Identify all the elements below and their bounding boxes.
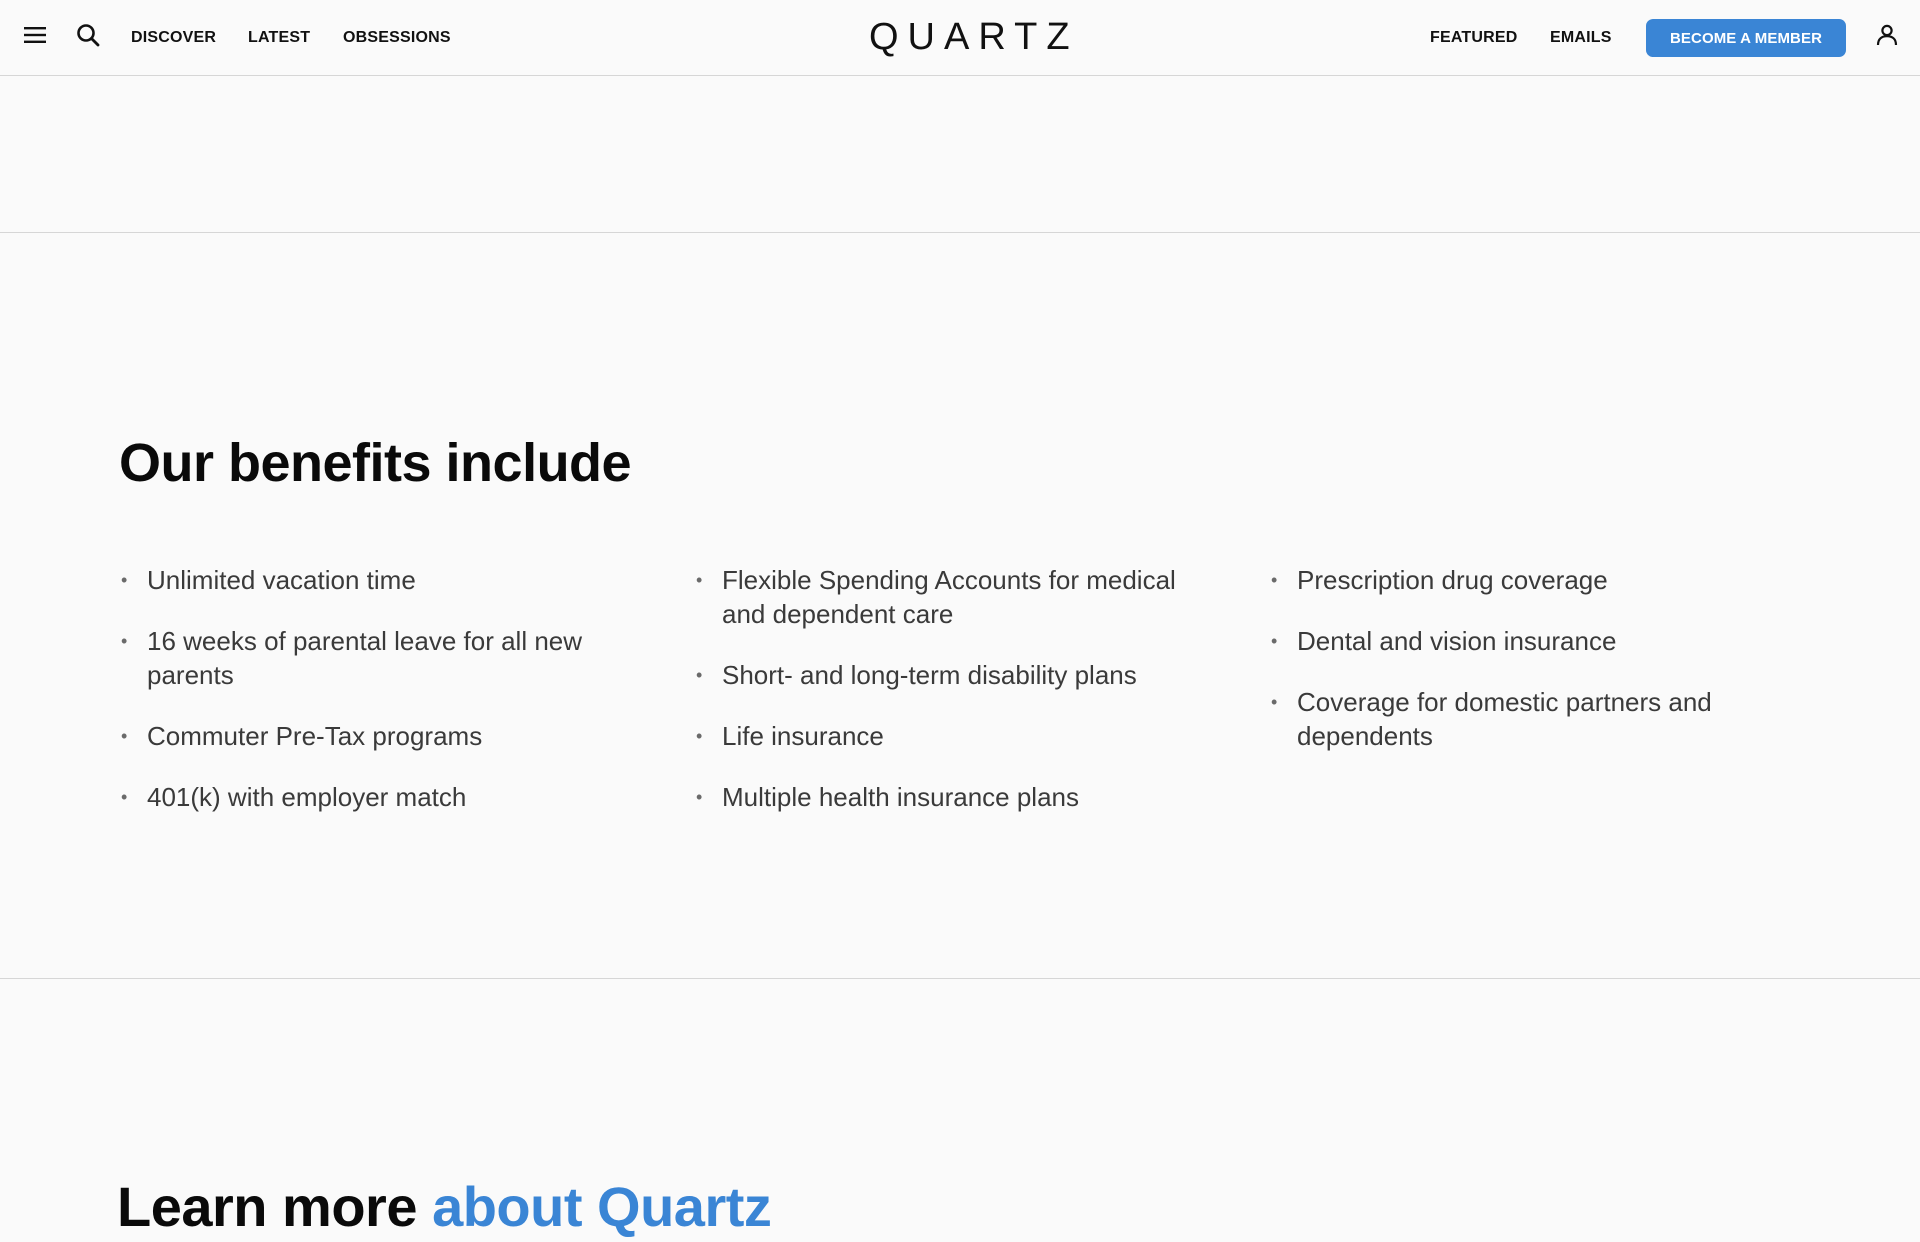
- learn-more-accent-text: about Quartz: [432, 1175, 772, 1238]
- search-button[interactable]: [73, 20, 103, 54]
- account-button[interactable]: [1872, 20, 1902, 54]
- benefit-text: Unlimited vacation time: [147, 565, 416, 595]
- benefits-column-1: • Unlimited vacation time • 16 weeks of pa…: [119, 563, 619, 841]
- section-divider: [0, 978, 1920, 979]
- benefit-text: Dental and vision insurance: [1297, 626, 1617, 656]
- benefit-item: • Dental and vision insurance: [1269, 624, 1769, 658]
- menu-button[interactable]: [20, 20, 50, 54]
- benefits-column-3: • Prescription drug coverage • Dental and …: [1269, 563, 1769, 780]
- learn-more-heading: Learn more about Quartz: [117, 1172, 772, 1242]
- benefit-item: • Commuter Pre-Tax programs: [119, 719, 619, 753]
- benefit-item: • Coverage for domestic partners and depe…: [1269, 685, 1769, 753]
- benefit-text: Coverage for domestic partners and depen…: [1297, 687, 1712, 751]
- bullet-icon: •: [696, 570, 703, 590]
- nav-emails[interactable]: EMAILS: [1550, 0, 1612, 75]
- hamburger-menu-icon: [24, 26, 46, 49]
- benefit-item: • 16 weeks of parental leave for all new …: [119, 624, 619, 692]
- benefit-text: Commuter Pre-Tax programs: [147, 721, 483, 751]
- benefit-text: 16 weeks of parental leave for all new p…: [147, 626, 583, 690]
- bullet-icon: •: [121, 726, 128, 746]
- bullet-icon: •: [696, 787, 703, 807]
- benefit-text: Prescription drug coverage: [1297, 565, 1608, 595]
- bullet-icon: •: [121, 631, 128, 651]
- site-header: DISCOVER LATEST OBSESSIONS QUARTZ FEATUR…: [0, 0, 1920, 76]
- search-icon: [76, 23, 100, 52]
- user-account-icon: [1876, 24, 1898, 51]
- bullet-icon: •: [1271, 692, 1278, 712]
- benefit-text: Flexible Spending Accounts for medical a…: [722, 565, 1176, 629]
- benefit-item: • Short- and long-term disability plans: [694, 658, 1194, 692]
- benefit-text: Short- and long-term disability plans: [722, 660, 1137, 690]
- bullet-icon: •: [121, 787, 128, 807]
- nav-featured[interactable]: FEATURED: [1430, 0, 1518, 75]
- benefits-title: Our benefits include: [119, 433, 632, 493]
- bullet-icon: •: [696, 665, 703, 685]
- nav-latest[interactable]: LATEST: [248, 0, 310, 75]
- nav-obsessions[interactable]: OBSESSIONS: [343, 0, 451, 75]
- benefit-item: • Prescription drug coverage: [1269, 563, 1769, 597]
- bullet-icon: •: [1271, 631, 1278, 651]
- benefits-column-2: • Flexible Spending Accounts for medical …: [694, 563, 1194, 841]
- benefit-text: Life insurance: [722, 721, 884, 751]
- bullet-icon: •: [121, 570, 128, 590]
- quartz-logo[interactable]: QUARTZ: [860, 14, 1070, 60]
- section-divider: [0, 232, 1920, 233]
- benefit-item: • 401(k) with employer match: [119, 780, 619, 814]
- bullet-icon: •: [696, 726, 703, 746]
- bullet-icon: •: [1271, 570, 1278, 590]
- benefit-item: • Multiple health insurance plans: [694, 780, 1194, 814]
- benefit-item: • Flexible Spending Accounts for medical …: [694, 563, 1194, 631]
- benefit-item: • Unlimited vacation time: [119, 563, 619, 597]
- benefit-item: • Life insurance: [694, 719, 1194, 753]
- benefit-text: Multiple health insurance plans: [722, 782, 1079, 812]
- become-member-button[interactable]: BECOME A MEMBER: [1646, 19, 1846, 57]
- learn-more-text: Learn more: [117, 1175, 433, 1238]
- benefit-text: 401(k) with employer match: [147, 782, 467, 812]
- nav-discover[interactable]: DISCOVER: [131, 0, 216, 75]
